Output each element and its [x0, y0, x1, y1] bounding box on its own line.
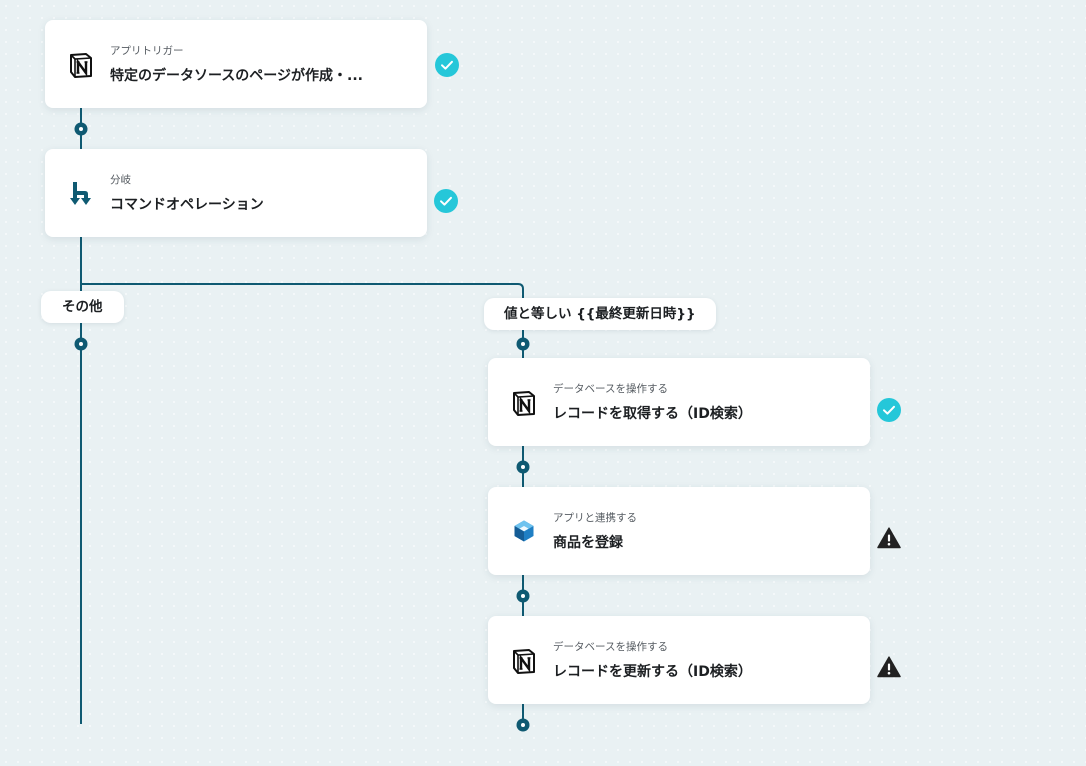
add-step-dot[interactable]	[516, 718, 530, 732]
step-subtitle: アプリトリガー	[110, 45, 184, 57]
connector-branch-split	[81, 283, 524, 298]
step-subtitle: 分岐	[110, 174, 131, 186]
add-step-dot[interactable]	[74, 122, 88, 136]
step-title: コマンドオペレーション	[110, 197, 264, 213]
warning-icon	[877, 655, 901, 679]
step-title: レコードを取得する（ID検索）	[553, 406, 752, 422]
step-title: レコードを更新する（ID検索）	[553, 664, 752, 680]
success-check-icon	[877, 398, 901, 422]
branch-label-other[interactable]: その他	[41, 291, 124, 323]
notion-icon	[510, 389, 538, 417]
update-record-step-card[interactable]: データベースを操作する レコードを更新する（ID検索）	[488, 616, 870, 704]
step-title: 商品を登録	[553, 535, 623, 551]
register-product-step-card[interactable]: アプリと連携する 商品を登録	[488, 487, 870, 575]
step-subtitle: アプリと連携する	[553, 512, 637, 524]
add-step-dot[interactable]	[516, 337, 530, 351]
step-subtitle: データベースを操作する	[553, 641, 668, 653]
success-check-icon	[434, 189, 458, 213]
notion-icon	[510, 647, 538, 675]
notion-icon	[67, 51, 95, 79]
branch-step-card[interactable]: 分岐 コマンドオペレーション	[45, 149, 427, 237]
trigger-step-card[interactable]: アプリトリガー 特定のデータソースのページが作成・...	[45, 20, 427, 108]
branch-icon	[67, 180, 95, 208]
add-step-dot[interactable]	[74, 337, 88, 351]
add-step-dot[interactable]	[516, 589, 530, 603]
add-step-dot[interactable]	[516, 460, 530, 474]
cube-app-icon	[512, 519, 536, 543]
get-record-step-card[interactable]: データベースを操作する レコードを取得する（ID検索）	[488, 358, 870, 446]
success-check-icon	[435, 53, 459, 77]
warning-icon	[877, 526, 901, 550]
branch-label-condition[interactable]: 値と等しい {{最終更新日時}}	[484, 298, 716, 330]
step-subtitle: データベースを操作する	[553, 383, 668, 395]
step-title: 特定のデータソースのページが作成・...	[110, 68, 363, 84]
